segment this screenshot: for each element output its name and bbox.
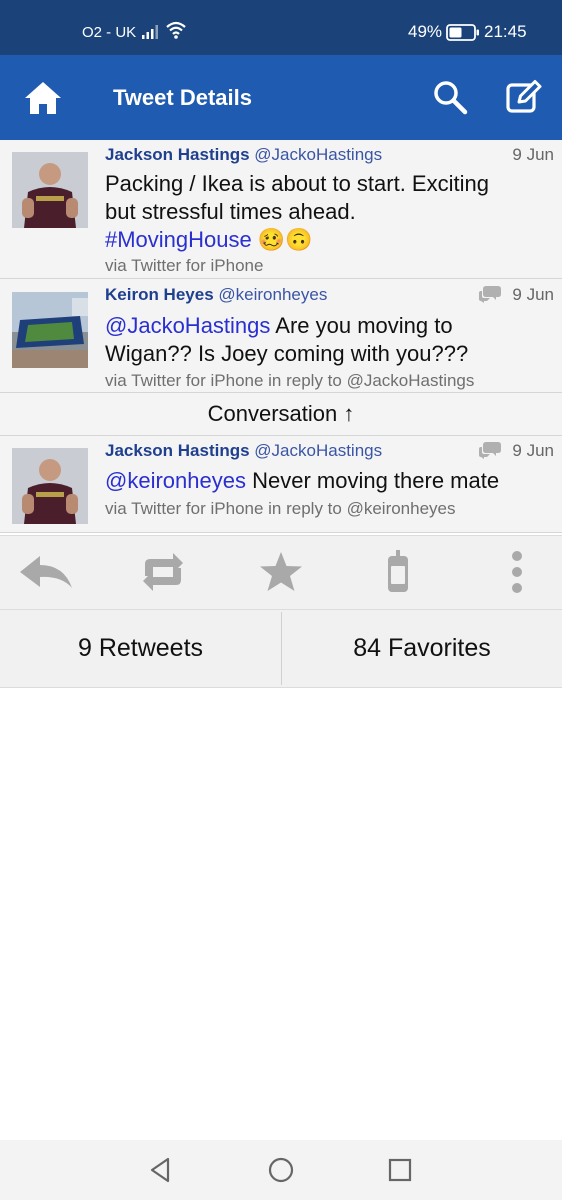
tweet-text: @JackoHastings Are you moving to Wigan??… bbox=[105, 312, 550, 368]
hashtag-link[interactable]: #MovingHouse bbox=[105, 227, 252, 252]
app-bar: Tweet Details bbox=[0, 55, 562, 140]
tweet-source: via Twitter for iPhone in reply to @keir… bbox=[105, 499, 456, 518]
system-nav-bar bbox=[0, 1140, 562, 1200]
avatar[interactable] bbox=[12, 292, 88, 368]
display-name[interactable]: Jackson Hastings bbox=[105, 145, 250, 164]
tweet-item[interactable]: Jackson Hastings @JackoHastings 9 Jun Pa… bbox=[0, 140, 562, 279]
recents-icon[interactable] bbox=[386, 1156, 414, 1184]
mention-link[interactable]: @keironheyes bbox=[105, 468, 246, 493]
battery-percent: 49% bbox=[408, 22, 443, 41]
author-name[interactable]: Jackson Hastings @JackoHastings bbox=[105, 441, 382, 461]
tweet-date: 9 Jun bbox=[512, 285, 554, 304]
handle[interactable]: @JackoHastings bbox=[254, 441, 382, 460]
tweet-text-line: Packing / Ikea is about to start. Exciti… bbox=[105, 171, 489, 196]
conversation-toggle[interactable]: Conversation ↑ bbox=[0, 393, 562, 436]
author-name[interactable]: Jackson Hastings @JackoHastings bbox=[105, 145, 382, 165]
mention-link[interactable]: @JackoHastings bbox=[105, 313, 270, 338]
tweet-source: via Twitter for iPhone bbox=[105, 256, 264, 275]
display-name[interactable]: Keiron Heyes bbox=[105, 285, 214, 304]
conversation-icon bbox=[479, 286, 501, 303]
home-icon[interactable] bbox=[22, 79, 64, 117]
tweet-date: 9 Jun bbox=[512, 441, 554, 460]
reply-icon[interactable] bbox=[18, 550, 74, 594]
back-icon[interactable] bbox=[146, 1156, 174, 1184]
tweet-item[interactable]: Jackson Hastings @JackoHastings 9 Jun @k… bbox=[0, 436, 562, 533]
carrier-label: O2 - UK bbox=[82, 24, 137, 41]
tweet-source: via Twitter for iPhone in reply to @Jack… bbox=[105, 371, 475, 390]
clock: 21:45 bbox=[484, 22, 527, 41]
retweet-icon[interactable] bbox=[139, 550, 187, 594]
search-icon[interactable] bbox=[432, 79, 468, 115]
tweet-text: Packing / Ikea is about to start. Exciti… bbox=[105, 170, 550, 254]
tweet-text-line: Wigan?? Is Joey coming with you??? bbox=[105, 341, 469, 366]
signal-icon bbox=[142, 25, 158, 39]
tweet-text-line: but stressful times ahead. bbox=[105, 199, 356, 224]
tweet-item[interactable]: Keiron Heyes @keironheyes 9 Jun @JackoHa… bbox=[0, 279, 562, 393]
tweet-text: @keironheyes Never moving there mate bbox=[105, 467, 550, 495]
compose-icon[interactable] bbox=[505, 78, 543, 116]
tweet-stats: 9 Retweets 84 Favorites bbox=[0, 610, 562, 688]
handle[interactable]: @keironheyes bbox=[218, 285, 327, 304]
avatar[interactable] bbox=[12, 448, 88, 524]
battery-icon bbox=[446, 24, 479, 41]
conversation-icon bbox=[479, 442, 501, 459]
emoji: 🥴🙃 bbox=[257, 227, 313, 252]
phone-icon[interactable] bbox=[384, 550, 412, 594]
action-bar bbox=[0, 535, 562, 610]
wifi-icon bbox=[166, 21, 186, 39]
handle[interactable]: @JackoHastings bbox=[254, 145, 382, 164]
home-circle-icon[interactable] bbox=[267, 1156, 295, 1184]
page-title: Tweet Details bbox=[113, 85, 252, 110]
tweet-text-line: Never moving there mate bbox=[245, 468, 500, 493]
status-bar: O2 - UK 49% 21:45 bbox=[0, 0, 562, 55]
display-name[interactable]: Jackson Hastings bbox=[105, 441, 250, 460]
favorites-count[interactable]: 84 Favorites bbox=[282, 610, 562, 687]
avatar[interactable] bbox=[12, 152, 88, 228]
author-name[interactable]: Keiron Heyes @keironheyes bbox=[105, 285, 327, 305]
retweets-count[interactable]: 9 Retweets bbox=[0, 610, 281, 687]
favorite-icon[interactable] bbox=[258, 550, 304, 594]
tweet-text-line: Are you moving to bbox=[270, 313, 453, 338]
tweet-date: 9 Jun bbox=[512, 145, 554, 164]
more-icon[interactable] bbox=[506, 550, 528, 594]
